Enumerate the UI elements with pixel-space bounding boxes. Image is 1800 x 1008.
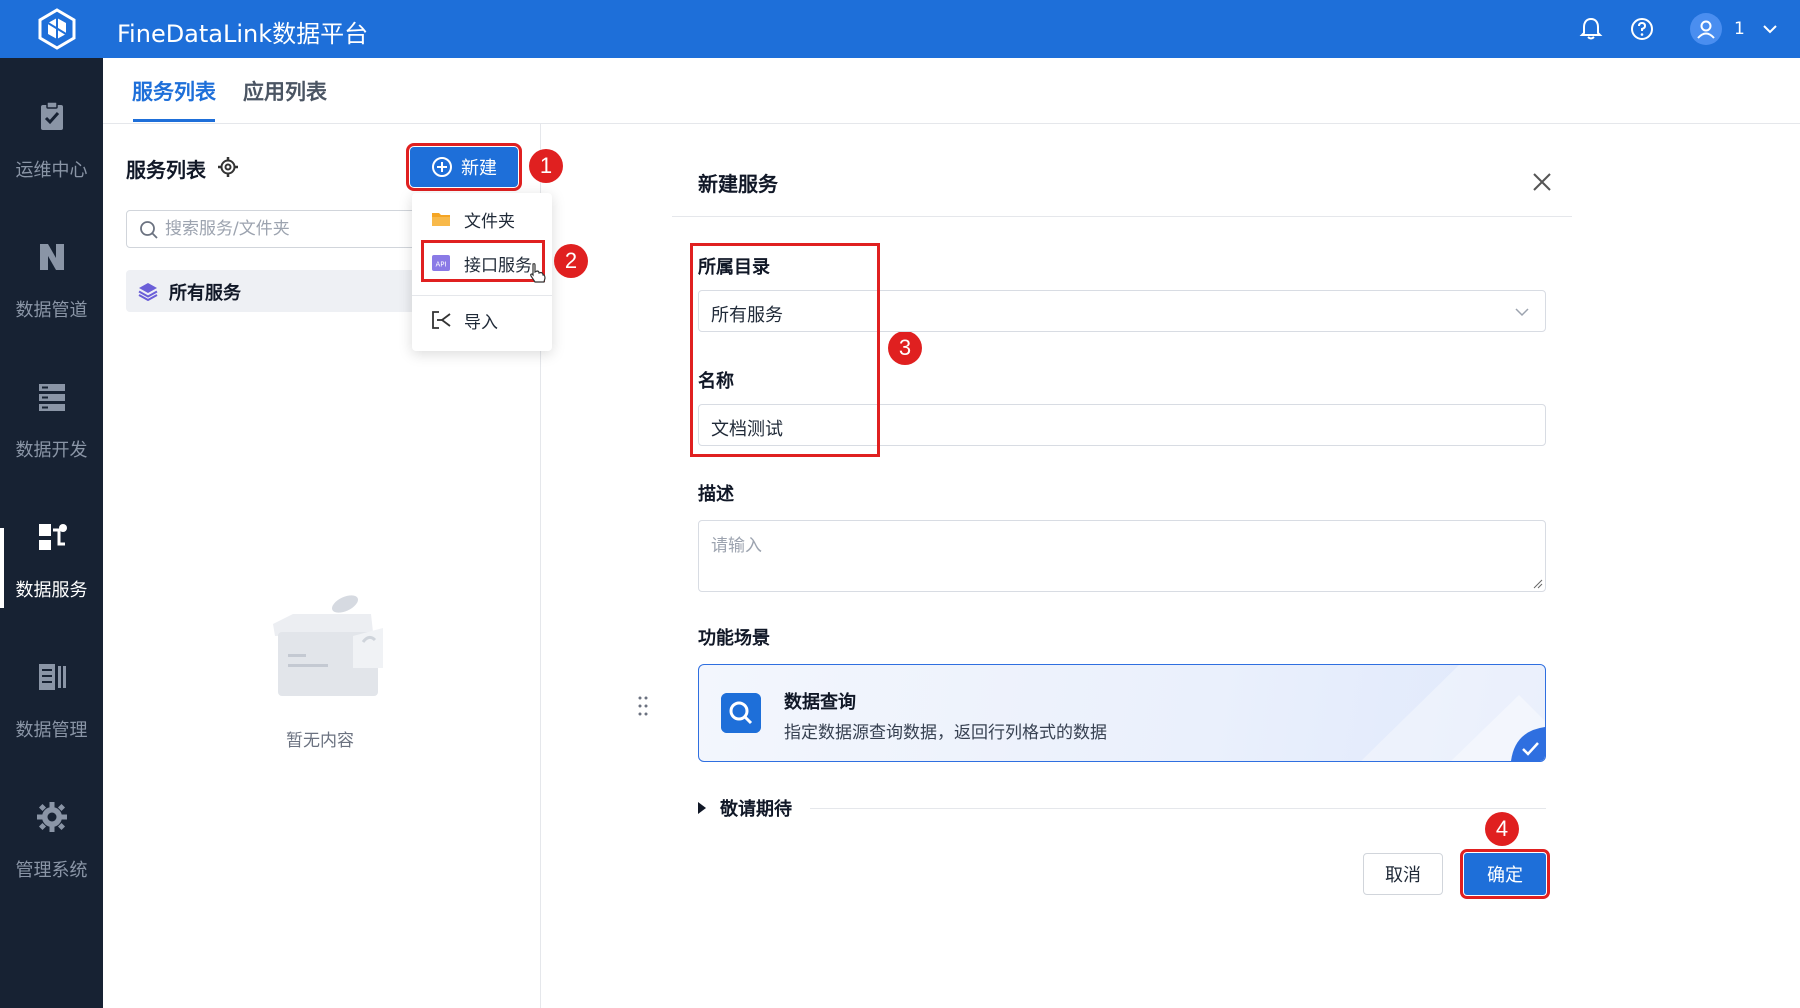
app-logo-icon <box>38 8 76 50</box>
card-decoration <box>1361 665 1545 761</box>
nav-label: 管理系统 <box>15 860 88 881</box>
empty-state-text: 暂无内容 <box>286 731 354 751</box>
plus-circle-icon <box>432 157 452 177</box>
avatar <box>1690 13 1722 45</box>
server-stack-icon <box>38 384 65 411</box>
nav-item-data-management[interactable]: 数据管理 <box>0 638 103 768</box>
tab-app-list[interactable]: 应用列表 <box>243 76 327 106</box>
menu-item-label: 文件夹 <box>464 211 515 232</box>
highlight-api-service <box>421 240 545 282</box>
import-icon <box>432 311 451 329</box>
tab-bar: 服务列表 应用列表 <box>103 58 1800 124</box>
empty-box-illustration <box>273 595 383 696</box>
confirm-button[interactable]: 确定 <box>1460 849 1550 899</box>
left-navigation: 运维中心 数据管道 数据开发 数据服务 数据管理 管理系统 <box>0 58 103 1008</box>
bell-icon[interactable] <box>1578 16 1604 42</box>
dialog-title: 新建服务 <box>698 172 778 196</box>
top-bar: FineDataLink数据平台 1 <box>0 0 1800 58</box>
nav-label: 数据管理 <box>15 720 88 741</box>
nav-item-data-development[interactable]: 数据开发 <box>0 358 103 488</box>
checkmark-icon <box>1511 727 1545 761</box>
description-label: 描述 <box>698 484 734 505</box>
nav-label: 数据管道 <box>15 300 88 321</box>
description-placeholder: 请输入 <box>711 536 762 556</box>
help-icon[interactable] <box>1629 16 1655 42</box>
gear-icon <box>36 802 67 832</box>
new-button[interactable]: 新建 <box>406 143 522 191</box>
nav-item-data-service[interactable]: 数据服务 <box>0 498 103 628</box>
menu-divider <box>412 295 552 296</box>
panel-title: 服务列表 <box>126 158 206 182</box>
highlight-fields <box>690 243 880 457</box>
coming-soon-toggle[interactable]: 敬请期待 <box>698 796 792 820</box>
menu-item-import[interactable]: 导入 <box>412 300 552 340</box>
active-tab-underline <box>133 119 215 122</box>
scenario-card-data-query[interactable]: 数据查询 指定数据源查询数据，返回行列格式的数据 <box>698 664 1546 762</box>
nav-label: 运维中心 <box>15 160 88 181</box>
nav-item-data-pipeline[interactable]: 数据管道 <box>0 218 103 348</box>
search-icon <box>140 221 158 239</box>
chevron-down-icon <box>1515 308 1529 317</box>
clipboard-check-icon <box>40 101 63 130</box>
nav-item-system-management[interactable]: 管理系统 <box>0 778 103 908</box>
settings-gear-icon[interactable] <box>217 156 239 178</box>
search-icon <box>721 693 761 733</box>
user-menu[interactable]: 1 <box>1690 12 1779 46</box>
tree-item-label: 所有服务 <box>169 283 241 304</box>
step-badge: 2 <box>554 244 588 278</box>
scenario-description: 指定数据源查询数据，返回行列格式的数据 <box>784 723 1107 743</box>
cancel-button[interactable]: 取消 <box>1363 853 1443 895</box>
dialog-divider <box>672 216 1572 217</box>
layers-icon <box>138 283 158 301</box>
tree-item-all-services[interactable]: 所有服务 <box>126 270 456 312</box>
scenario-label: 功能场景 <box>698 628 770 649</box>
scenario-title: 数据查询 <box>784 692 856 713</box>
user-icon <box>1697 20 1715 39</box>
step-badge: 1 <box>529 149 563 183</box>
data-service-icon <box>38 524 67 550</box>
data-management-icon <box>38 664 66 690</box>
step-badge: 4 <box>1485 812 1519 846</box>
search-box <box>126 210 456 248</box>
app-title: FineDataLink数据平台 <box>117 20 369 48</box>
chevron-down-icon <box>1763 25 1777 34</box>
step-badge: 3 <box>888 331 922 365</box>
pipeline-icon <box>39 244 64 270</box>
user-name: 1 <box>1734 19 1745 39</box>
tab-service-list[interactable]: 服务列表 <box>132 76 216 106</box>
new-button-label: 新建 <box>461 158 497 179</box>
folder-icon <box>432 213 450 226</box>
menu-item-folder[interactable]: 文件夹 <box>412 199 552 239</box>
resize-grip-icon[interactable] <box>1531 577 1543 589</box>
coming-soon-divider <box>810 808 1546 809</box>
hand-cursor-icon <box>530 263 546 283</box>
search-input[interactable] <box>165 217 445 241</box>
description-field[interactable]: 请输入 <box>698 520 1546 592</box>
menu-item-label: 导入 <box>464 312 498 333</box>
nav-item-ops-center[interactable]: 运维中心 <box>0 78 103 208</box>
nav-label: 数据服务 <box>15 580 88 601</box>
close-icon[interactable] <box>1530 170 1554 194</box>
caret-right-icon <box>698 802 706 814</box>
nav-label: 数据开发 <box>15 440 88 461</box>
drag-handle-icon[interactable] <box>636 694 650 718</box>
coming-soon-label: 敬请期待 <box>720 799 792 820</box>
